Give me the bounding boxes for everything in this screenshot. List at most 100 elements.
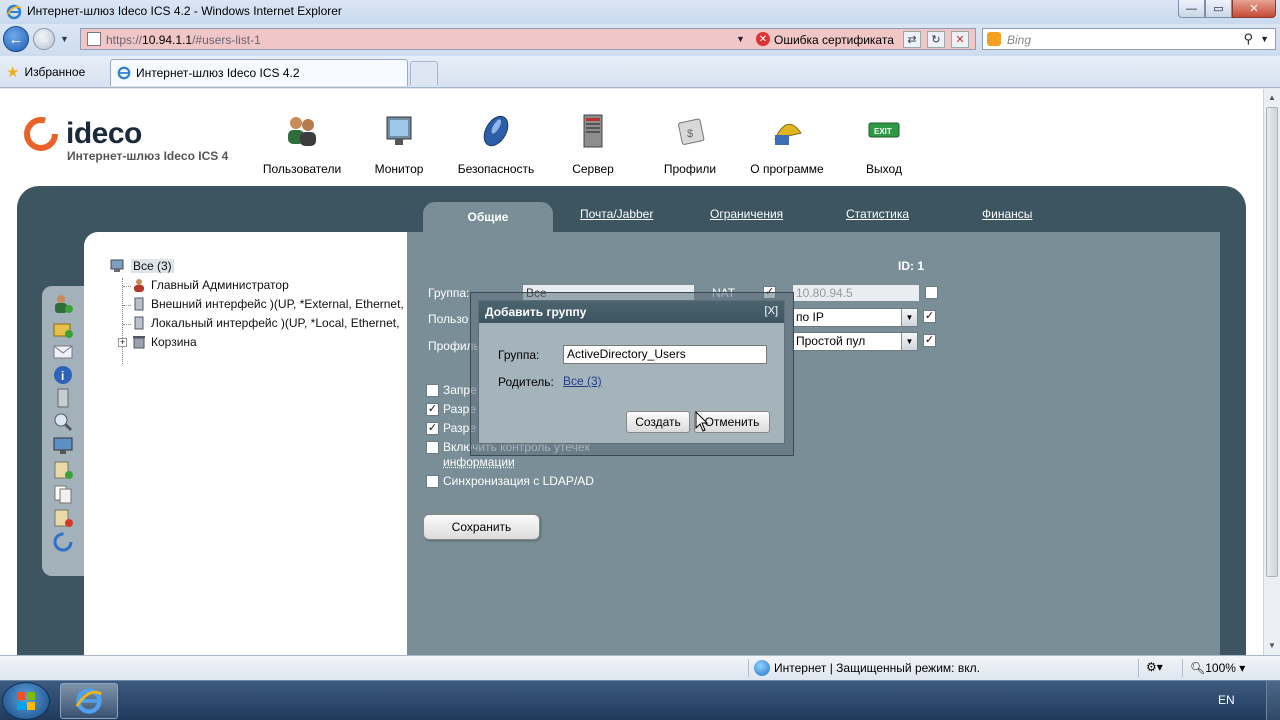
- internet-zone-icon: [754, 660, 770, 676]
- ip-field[interactable]: 10.80.94.5: [792, 284, 920, 302]
- start-button[interactable]: [2, 682, 50, 720]
- maximize-button[interactable]: ▭: [1205, 0, 1232, 18]
- favorites-bar: ★ Избранное Интернет-шлюз Ideco ICS 4.2: [0, 56, 1280, 88]
- close-button[interactable]: ✕: [1232, 0, 1276, 18]
- leak-control-checkbox[interactable]: [426, 441, 439, 454]
- new-tab-button[interactable]: [410, 61, 438, 85]
- compatibility-view-icon[interactable]: ⇄: [903, 31, 921, 48]
- ip-checkbox[interactable]: [925, 286, 938, 299]
- monitor-icon[interactable]: [52, 436, 74, 456]
- minimize-button[interactable]: —: [1178, 0, 1205, 18]
- nav-users[interactable]: Пользователи: [247, 111, 357, 176]
- auth-checkbox[interactable]: ✓: [923, 310, 936, 323]
- page-icon: [87, 32, 101, 46]
- forward-button[interactable]: →: [33, 28, 55, 50]
- tab-general[interactable]: Общие: [423, 202, 553, 232]
- search-icon[interactable]: ⚲: [1243, 31, 1253, 47]
- tree-root[interactable]: Все (3): [110, 259, 174, 273]
- tab-limits[interactable]: Ограничения: [710, 207, 783, 221]
- leak-control-label-2: информации: [443, 455, 515, 469]
- checkbox-2[interactable]: ✓: [426, 403, 439, 416]
- dialog-close-button[interactable]: [X]: [765, 305, 778, 317]
- nav-about[interactable]: О программе: [732, 111, 842, 176]
- browser-tab[interactable]: Интернет-шлюз Ideco ICS 4.2: [110, 59, 408, 86]
- nav-security[interactable]: Безопасность: [441, 111, 551, 176]
- scroll-down-icon[interactable]: ▼: [1268, 641, 1276, 650]
- stop-icon[interactable]: ✕: [951, 31, 969, 48]
- navigation-bar: ← → ▼ https://10.94.1.1/#users-list-1 ▼ …: [0, 24, 1280, 56]
- scrollbar-thumb[interactable]: [1266, 107, 1278, 577]
- windows-logo-icon: [15, 690, 37, 712]
- tree-item-external-interface[interactable]: Внешний интерфейс )(UP, *External, Ether…: [132, 297, 404, 311]
- logo-name: ideco: [66, 117, 142, 151]
- certificate-error-icon[interactable]: ✕: [756, 32, 770, 46]
- checkbox-3[interactable]: ✓: [426, 422, 439, 435]
- mail-icon[interactable]: [52, 342, 74, 362]
- refresh-icon[interactable]: ↻: [927, 31, 945, 48]
- tab-statistics[interactable]: Статистика: [846, 207, 909, 221]
- search-icon[interactable]: [52, 412, 74, 432]
- auth-select[interactable]: по IP ▼: [792, 308, 918, 327]
- interface-icon: [132, 316, 146, 330]
- info-icon[interactable]: i: [52, 365, 74, 385]
- security-zone-text[interactable]: Интернет | Защищенный режим: вкл.: [774, 661, 980, 675]
- nav-server[interactable]: Сервер: [538, 111, 648, 176]
- user-label: Пользо: [428, 312, 468, 326]
- page-scrollbar[interactable]: ▲ ▼: [1263, 89, 1280, 655]
- save-button[interactable]: Сохранить: [423, 514, 540, 540]
- chevron-down-icon[interactable]: ▼: [901, 309, 917, 326]
- tree-item-admin[interactable]: Главный Администратор: [132, 278, 289, 292]
- tab-finance[interactable]: Финансы: [982, 207, 1032, 221]
- certificate-error-label[interactable]: Ошибка сертификата: [774, 33, 894, 47]
- ie-logo-icon: [75, 687, 103, 715]
- url-text[interactable]: https://10.94.1.1/#users-list-1: [106, 33, 261, 47]
- zoom-level[interactable]: 🔍︎100% ▾: [1190, 661, 1245, 675]
- window-title: Интернет-шлюз Ideco ICS 4.2 - Windows In…: [27, 4, 342, 18]
- parent-group-link[interactable]: Все (3): [563, 374, 602, 388]
- logo-subtitle: Интернет-шлюз Ideco ICS 4: [67, 149, 267, 163]
- chevron-down-icon[interactable]: ▼: [901, 333, 917, 350]
- address-dropdown-icon[interactable]: ▼: [736, 34, 745, 44]
- ldap-sync-label: Синхронизация с LDAP/AD: [443, 474, 594, 488]
- pool-select[interactable]: Простой пул ▼: [792, 332, 918, 351]
- user-icon: [132, 278, 146, 292]
- group-name-input[interactable]: ActiveDirectory_Users: [563, 345, 767, 364]
- ldap-sync-checkbox[interactable]: [426, 475, 439, 488]
- ideco-logo-icon: [22, 115, 60, 153]
- taskbar-ie-button[interactable]: [60, 683, 118, 719]
- search-input[interactable]: Bing: [1007, 33, 1031, 47]
- refresh-icon[interactable]: [52, 532, 74, 552]
- profiles-icon: $: [670, 111, 710, 151]
- web-page: ideco Интернет-шлюз Ideco ICS 4 Пользова…: [0, 89, 1263, 655]
- bing-icon: [987, 32, 1001, 46]
- history-dropdown-icon[interactable]: ▼: [60, 34, 69, 44]
- search-dropdown-icon[interactable]: ▼: [1260, 34, 1269, 44]
- tree-item-local-interface[interactable]: Локальный интерфейс )(UP, *Local, Ethern…: [132, 316, 399, 330]
- copy-icon[interactable]: [52, 484, 74, 504]
- address-bar[interactable]: https://10.94.1.1/#users-list-1 ▼ ✕ Ошиб…: [80, 28, 976, 50]
- checkbox-1[interactable]: [426, 384, 439, 397]
- add-folder-icon[interactable]: [52, 319, 74, 339]
- scroll-up-icon[interactable]: ▲: [1268, 93, 1276, 102]
- expand-icon[interactable]: +: [118, 338, 127, 347]
- tree-item-trash[interactable]: + Корзина: [118, 335, 197, 349]
- windows-taskbar: EN: [0, 680, 1280, 720]
- nav-monitor[interactable]: Монитор: [344, 111, 454, 176]
- create-button[interactable]: Создать: [626, 411, 690, 433]
- favorites-button[interactable]: ★ Избранное: [6, 63, 85, 81]
- nav-exit[interactable]: EXIT Выход: [829, 111, 939, 176]
- search-box[interactable]: Bing ⚲ ▼: [982, 28, 1276, 50]
- pool-checkbox[interactable]: ✓: [923, 334, 936, 347]
- server-icon[interactable]: [52, 388, 74, 408]
- svg-text:$: $: [687, 128, 693, 140]
- nav-profiles[interactable]: $ Профили: [635, 111, 745, 176]
- trash-icon: [132, 335, 146, 349]
- back-button[interactable]: ←: [3, 26, 29, 52]
- protected-mode-icon[interactable]: ⚙▾: [1146, 660, 1163, 674]
- language-indicator[interactable]: EN: [1218, 693, 1235, 707]
- tab-mail-jabber[interactable]: Почта/Jabber: [580, 207, 653, 221]
- show-desktop-button[interactable]: [1266, 681, 1280, 720]
- delete-clipboard-icon[interactable]: [52, 508, 74, 528]
- add-user-icon[interactable]: [52, 294, 74, 314]
- add-clipboard-icon[interactable]: [52, 460, 74, 480]
